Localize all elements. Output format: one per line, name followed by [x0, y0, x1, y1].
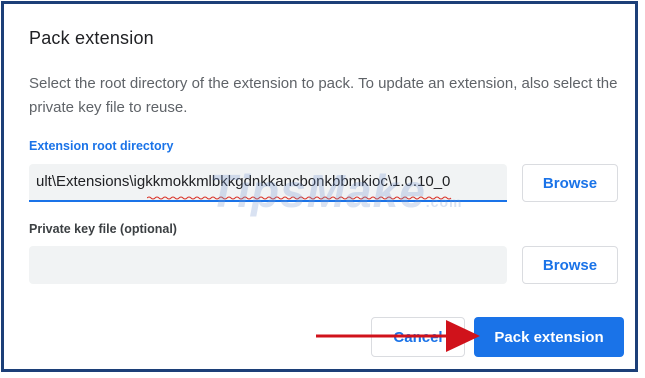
pack-extension-button[interactable]: Pack extension — [474, 317, 624, 357]
private-key-label: Private key file (optional) — [29, 222, 177, 236]
spellcheck-underline — [147, 196, 452, 200]
private-key-input[interactable] — [29, 246, 507, 284]
root-directory-label: Extension root directory — [29, 139, 174, 153]
pack-extension-dialog: Pack extension Select the root directory… — [4, 4, 635, 369]
root-directory-input[interactable]: ult\Extensions\igkkmokkmlbkkgdnkkancbonk… — [29, 164, 507, 202]
browse-root-directory-button[interactable]: Browse — [522, 164, 618, 202]
dialog-title: Pack extension — [29, 28, 154, 48]
dialog-description: Select the root directory of the extensi… — [29, 75, 618, 116]
root-directory-value: ult\Extensions\igkkmokkmlbkkgdnkkancbonk… — [36, 173, 451, 190]
cancel-button[interactable]: Cancel — [371, 317, 465, 357]
screenshot-frame: Pack extension Select the root directory… — [1, 1, 638, 372]
browse-private-key-button[interactable]: Browse — [522, 246, 618, 284]
